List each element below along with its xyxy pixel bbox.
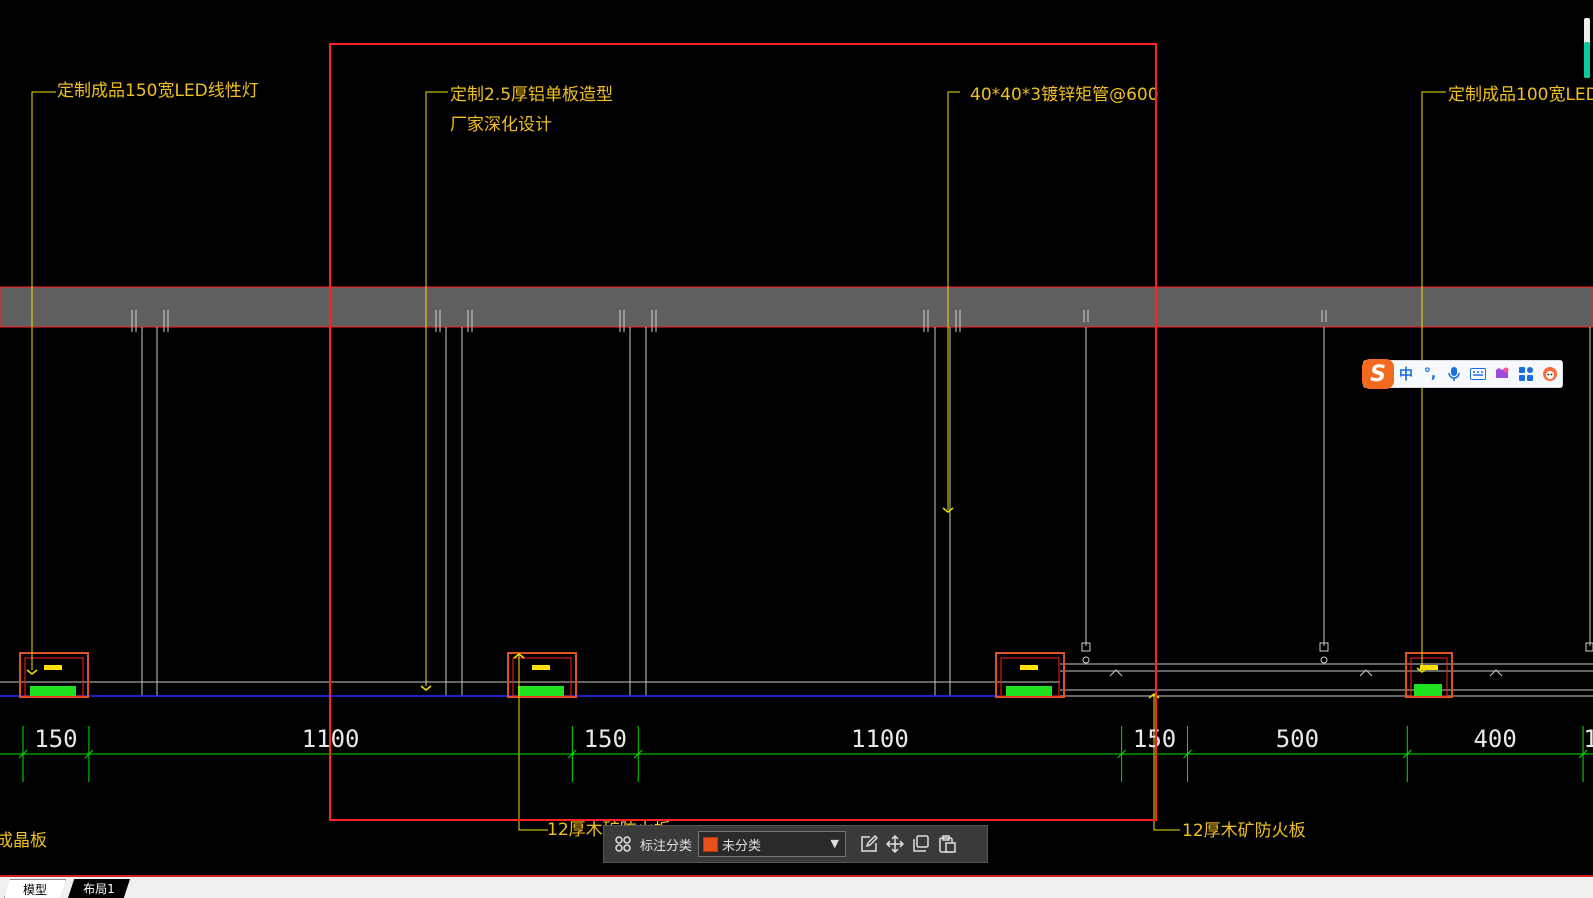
- paste-icon[interactable]: [934, 831, 960, 857]
- chevron-down-icon: ▼: [830, 837, 840, 850]
- tab-layout1[interactable]: 布局1: [68, 879, 130, 898]
- dimension-label: 1100: [851, 725, 909, 753]
- category-color-swatch: [703, 836, 719, 852]
- dimension-label: 150: [1133, 725, 1176, 753]
- mic-icon[interactable]: [1442, 362, 1466, 386]
- ceiling-slab: [0, 286, 1593, 328]
- annotation-toolbar: 标注分类 未分类 ▼: [603, 825, 988, 863]
- ceiling-panel: [0, 663, 1593, 697]
- led-housing-3: [995, 652, 1065, 698]
- skin-icon[interactable]: [1490, 362, 1514, 386]
- annotation-fireproof-right: 12厚木矿防火板: [1182, 821, 1306, 841]
- selection-frame[interactable]: [329, 43, 1157, 821]
- leader-lines: [31, 91, 1446, 831]
- annotation-category-value: 未分类: [722, 838, 762, 854]
- scroll-indicator[interactable]: [1584, 18, 1590, 78]
- edit-icon[interactable]: [856, 831, 882, 857]
- grid-icon[interactable]: [1514, 362, 1538, 386]
- annotation-category-label: 标注分类: [640, 838, 693, 854]
- tab-model[interactable]: 模型: [4, 879, 66, 898]
- ime-lang-button[interactable]: 中: [1394, 362, 1418, 386]
- scroll-indicator-fill: [1584, 42, 1590, 78]
- cad-drawing-canvas[interactable]: 定制成品150宽LED线性灯 定制2.5厚铝单板造型 厂家深化设计 40*40*…: [0, 0, 1593, 898]
- annotation-led-100: 定制成品100宽LED线: [1448, 85, 1593, 105]
- annotation-aluminum-panel-sub: 厂家深化设计: [450, 115, 552, 135]
- move-icon[interactable]: [882, 831, 908, 857]
- sogou-logo-icon[interactable]: S: [1362, 359, 1394, 389]
- led-housing-1: [19, 652, 89, 698]
- layout-tabs-bar: 模型 布局1: [0, 875, 1593, 898]
- drop-hangers: [1081, 642, 1593, 664]
- dimension-label: 100: [1583, 725, 1593, 753]
- dimension-label: 400: [1473, 725, 1516, 753]
- led-housing-2: [507, 652, 577, 698]
- avatar-icon[interactable]: [1538, 362, 1562, 386]
- dimension-label: 500: [1276, 725, 1319, 753]
- annotation-category-select[interactable]: 未分类 ▼: [698, 831, 847, 857]
- annotation-led-150: 定制成品150宽LED线性灯: [57, 81, 259, 101]
- leader-arrowheads: [26, 507, 1428, 699]
- dimension-label: 150: [584, 725, 627, 753]
- dimension-chain: 15011001501100150500400100: [0, 725, 1593, 782]
- annotation-left-cut: 成晶板: [0, 831, 47, 851]
- keyboard-icon[interactable]: [1466, 362, 1490, 386]
- ime-punct-button[interactable]: °,: [1418, 362, 1442, 386]
- category-grid-icon[interactable]: [610, 831, 636, 857]
- annotation-steel-tube: 40*40*3镀锌矩管@600: [970, 85, 1159, 105]
- ime-toolbar[interactable]: S 中 °,: [1362, 359, 1563, 389]
- annotation-aluminum-panel: 定制2.5厚铝单板造型: [450, 85, 613, 105]
- copy-icon[interactable]: [908, 831, 934, 857]
- dimension-label: 150: [34, 725, 77, 753]
- cad-app: 定制成品150宽LED线性灯 定制2.5厚铝单板造型 厂家深化设计 40*40*…: [0, 0, 1593, 898]
